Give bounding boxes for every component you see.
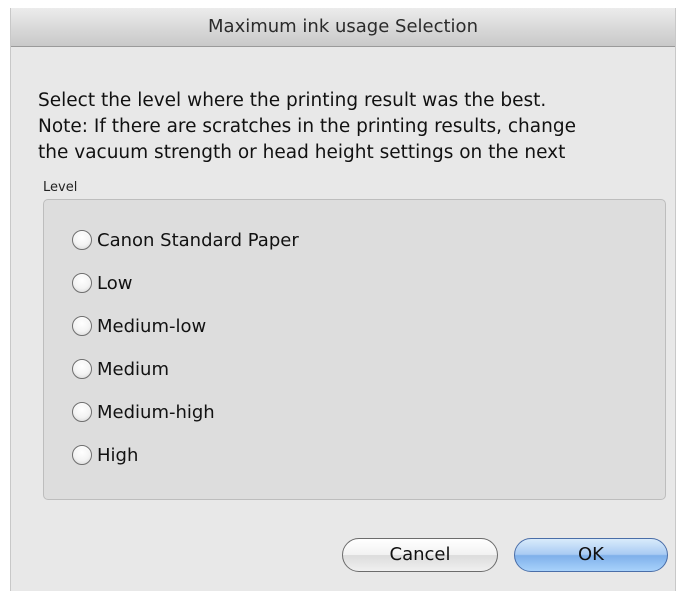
instruction-line: Note: If there are scratches in the prin… [38, 116, 576, 137]
instruction-line: the vacuum strength or head height setti… [38, 142, 566, 163]
cancel-button[interactable]: Cancel [342, 538, 498, 572]
radio-button[interactable] [72, 230, 92, 250]
radio-option-medium-high[interactable]: Medium-high [72, 399, 215, 425]
radio-button[interactable] [72, 273, 92, 293]
radio-option-medium[interactable]: Medium [72, 356, 169, 382]
dialog-window: Maximum ink usage Selection Select the l… [10, 8, 676, 591]
radio-button[interactable] [72, 359, 92, 379]
radio-label: Medium-low [97, 315, 207, 337]
radio-label: Medium [97, 358, 169, 380]
radio-option-high[interactable]: High [72, 442, 138, 468]
radio-label: Medium-high [97, 401, 215, 423]
radio-label: Canon Standard Paper [97, 229, 299, 251]
radio-option-medium-low[interactable]: Medium-low [72, 313, 206, 339]
radio-button[interactable] [72, 402, 92, 422]
radio-button[interactable] [72, 316, 92, 336]
radio-label: High [97, 444, 139, 466]
level-group-box: Canon Standard Paper Low Medium-low Medi… [43, 199, 666, 500]
instruction-line: Select the level where the printing resu… [38, 90, 547, 111]
radio-button[interactable] [72, 445, 92, 465]
dialog-title: Maximum ink usage Selection [11, 8, 675, 47]
level-group-label: Level [43, 180, 78, 195]
radio-label: Low [97, 272, 133, 294]
radio-option-canon-standard-paper[interactable]: Canon Standard Paper [72, 227, 299, 253]
instructions-text: Select the level where the printing resu… [38, 88, 668, 166]
radio-option-low[interactable]: Low [72, 270, 132, 296]
ok-button[interactable]: OK [514, 538, 668, 572]
